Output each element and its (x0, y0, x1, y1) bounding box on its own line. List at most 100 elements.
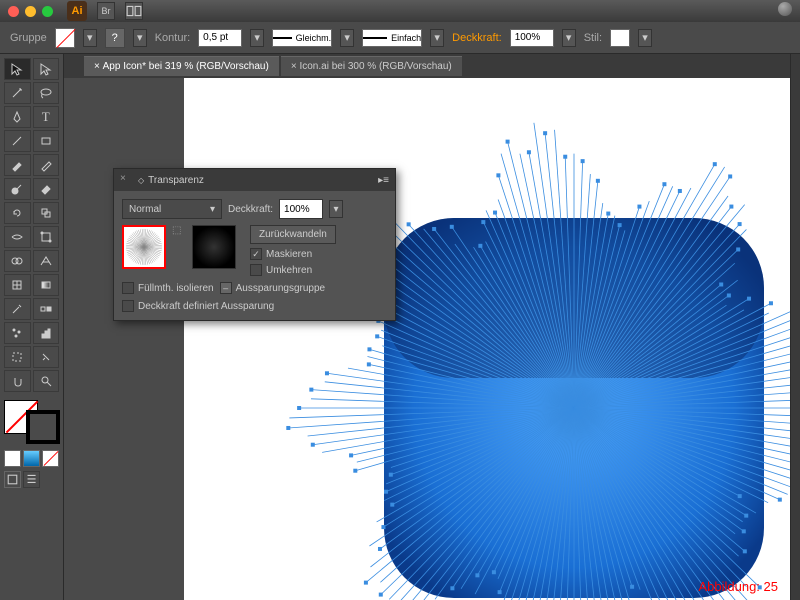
tools-panel: T ☰ (0, 54, 64, 600)
width-tool[interactable] (4, 226, 31, 248)
blend-tool[interactable] (33, 298, 60, 320)
panel-close-icon[interactable]: × (120, 173, 134, 187)
close-icon[interactable]: × (291, 61, 297, 72)
close-icon[interactable]: × (94, 61, 100, 72)
zoom-tool[interactable] (33, 370, 60, 392)
fill-dropdown[interactable]: ▾ (83, 29, 97, 47)
opacity-defines-knockout-row[interactable]: Deckkraft definiert Aussparung (122, 300, 274, 312)
magic-wand-tool[interactable] (4, 82, 31, 104)
slice-tool[interactable] (33, 346, 60, 368)
link-mask-icon[interactable]: ⬚ (172, 225, 186, 239)
rectangle-tool[interactable] (33, 130, 60, 152)
free-transform-tool[interactable] (33, 226, 60, 248)
knockout-checkbox-row[interactable]: –Aussparungsgruppe (220, 282, 326, 294)
tab-label: Icon.ai bei 300 % (RGB/Vorschau) (299, 61, 451, 72)
shape-builder-tool[interactable] (4, 250, 31, 272)
fill-stroke-indicator[interactable] (4, 400, 60, 444)
window-controls (8, 6, 53, 17)
blob-brush-tool[interactable] (4, 178, 31, 200)
brush-def[interactable]: Einfach (362, 29, 422, 47)
color-mode-solid[interactable] (4, 450, 21, 467)
style-dropdown[interactable]: ▾ (638, 29, 652, 47)
color-mode-none[interactable] (42, 450, 59, 467)
tab-label: App Icon* bei 319 % (RGB/Vorschau) (103, 61, 269, 72)
titlebar: Ai Br (0, 0, 800, 22)
document-tabs: × App Icon* bei 319 % (RGB/Vorschau) × I… (64, 54, 790, 78)
tab-app-icon[interactable]: × App Icon* bei 319 % (RGB/Vorschau) (84, 56, 279, 76)
panel-title: Transparenz (148, 175, 204, 186)
artwork-thumbnail[interactable] (122, 225, 166, 269)
checkbox-icon[interactable] (122, 282, 134, 294)
right-panel-collapsed[interactable] (790, 54, 800, 600)
brush-dropdown[interactable]: ▾ (430, 29, 444, 47)
artwork-selection (244, 78, 790, 600)
transparency-panel: × ◇ Transparenz ▸≡ Normal▾ Deckkraft: ▾ … (113, 168, 396, 321)
fill-swatch[interactable] (55, 28, 75, 48)
workspace: × App Icon* bei 319 % (RGB/Vorschau) × I… (64, 54, 790, 600)
artboard (184, 78, 790, 600)
panel-header[interactable]: × ◇ Transparenz ▸≡ (114, 169, 395, 191)
rotate-tool[interactable] (4, 202, 31, 224)
checkbox-icon[interactable]: ✓ (250, 248, 262, 260)
tab-icon-ai[interactable]: × Icon.ai bei 300 % (RGB/Vorschau) (281, 56, 462, 76)
opacity-dropdown[interactable]: ▾ (562, 29, 576, 47)
opacity-label: Deckkraft: (452, 32, 502, 44)
perspective-grid-tool[interactable] (33, 250, 60, 272)
scale-tool[interactable] (33, 202, 60, 224)
checkbox-icon[interactable] (250, 264, 262, 276)
artboard-tool[interactable] (4, 346, 31, 368)
stroke-swatch[interactable]: ? (105, 28, 125, 48)
blend-mode-select[interactable]: Normal▾ (122, 199, 222, 219)
stroke-profile[interactable]: Gleichm. (272, 29, 332, 47)
eyedropper-tool[interactable] (4, 298, 31, 320)
stroke-weight-input[interactable] (198, 29, 242, 47)
selection-type-label: Gruppe (10, 32, 47, 44)
mesh-tool[interactable] (4, 274, 31, 296)
isolate-checkbox-row[interactable]: Füllmth. isolieren (122, 282, 214, 294)
invert-checkbox-row[interactable]: Umkehren (250, 264, 336, 276)
panel-opacity-dropdown[interactable]: ▾ (329, 200, 343, 218)
stroke-indicator[interactable] (26, 410, 60, 444)
gradient-tool[interactable] (33, 274, 60, 296)
checkbox-icon[interactable]: – (220, 282, 232, 294)
control-bar: Gruppe ▾ ? ▾ Kontur: ▾ Gleichm. ▾ Einfac… (0, 22, 800, 54)
canvas-area[interactable]: Abbildung: 25 (64, 78, 790, 600)
revert-button[interactable]: Zurückwandeln (250, 225, 336, 244)
minimize-window-button[interactable] (25, 6, 36, 17)
color-mode-gradient[interactable] (23, 450, 40, 467)
panel-opacity-label: Deckkraft: (228, 204, 273, 215)
screen-mode-normal[interactable] (4, 471, 21, 488)
type-tool[interactable]: T (33, 106, 60, 128)
checkbox-icon[interactable] (122, 300, 134, 312)
paintbrush-tool[interactable] (4, 154, 31, 176)
stroke-profile-dropdown[interactable]: ▾ (340, 29, 354, 47)
figure-caption: Abbildung: 25 (698, 579, 778, 594)
hand-tool[interactable] (4, 370, 31, 392)
lasso-tool[interactable] (33, 82, 60, 104)
draw-mode-toggle[interactable]: ☰ (23, 471, 40, 488)
line-tool[interactable] (4, 130, 31, 152)
panel-opacity-input[interactable] (279, 199, 323, 219)
style-label: Stil: (584, 32, 602, 44)
graph-tool[interactable] (33, 322, 60, 344)
app-badge: Ai (67, 1, 87, 21)
pencil-tool[interactable] (33, 154, 60, 176)
close-window-button[interactable] (8, 6, 19, 17)
mask-checkbox-row[interactable]: ✓Maskieren (250, 248, 336, 260)
stroke-weight-dropdown[interactable]: ▾ (250, 29, 264, 47)
eraser-tool[interactable] (33, 178, 60, 200)
bridge-icon[interactable]: Br (97, 2, 115, 20)
style-swatch[interactable] (610, 29, 630, 47)
workspace-switcher-icon[interactable] (778, 2, 792, 16)
mask-thumbnail[interactable] (192, 225, 236, 269)
selection-tool[interactable] (4, 58, 31, 80)
arrange-icon[interactable] (125, 2, 143, 20)
direct-selection-tool[interactable] (33, 58, 60, 80)
pen-tool[interactable] (4, 106, 31, 128)
stroke-dropdown[interactable]: ▾ (133, 29, 147, 47)
symbol-sprayer-tool[interactable] (4, 322, 31, 344)
opacity-input[interactable] (510, 29, 554, 47)
kontur-label: Kontur: (155, 32, 190, 44)
panel-menu-icon[interactable]: ▸≡ (378, 175, 389, 186)
zoom-window-button[interactable] (42, 6, 53, 17)
